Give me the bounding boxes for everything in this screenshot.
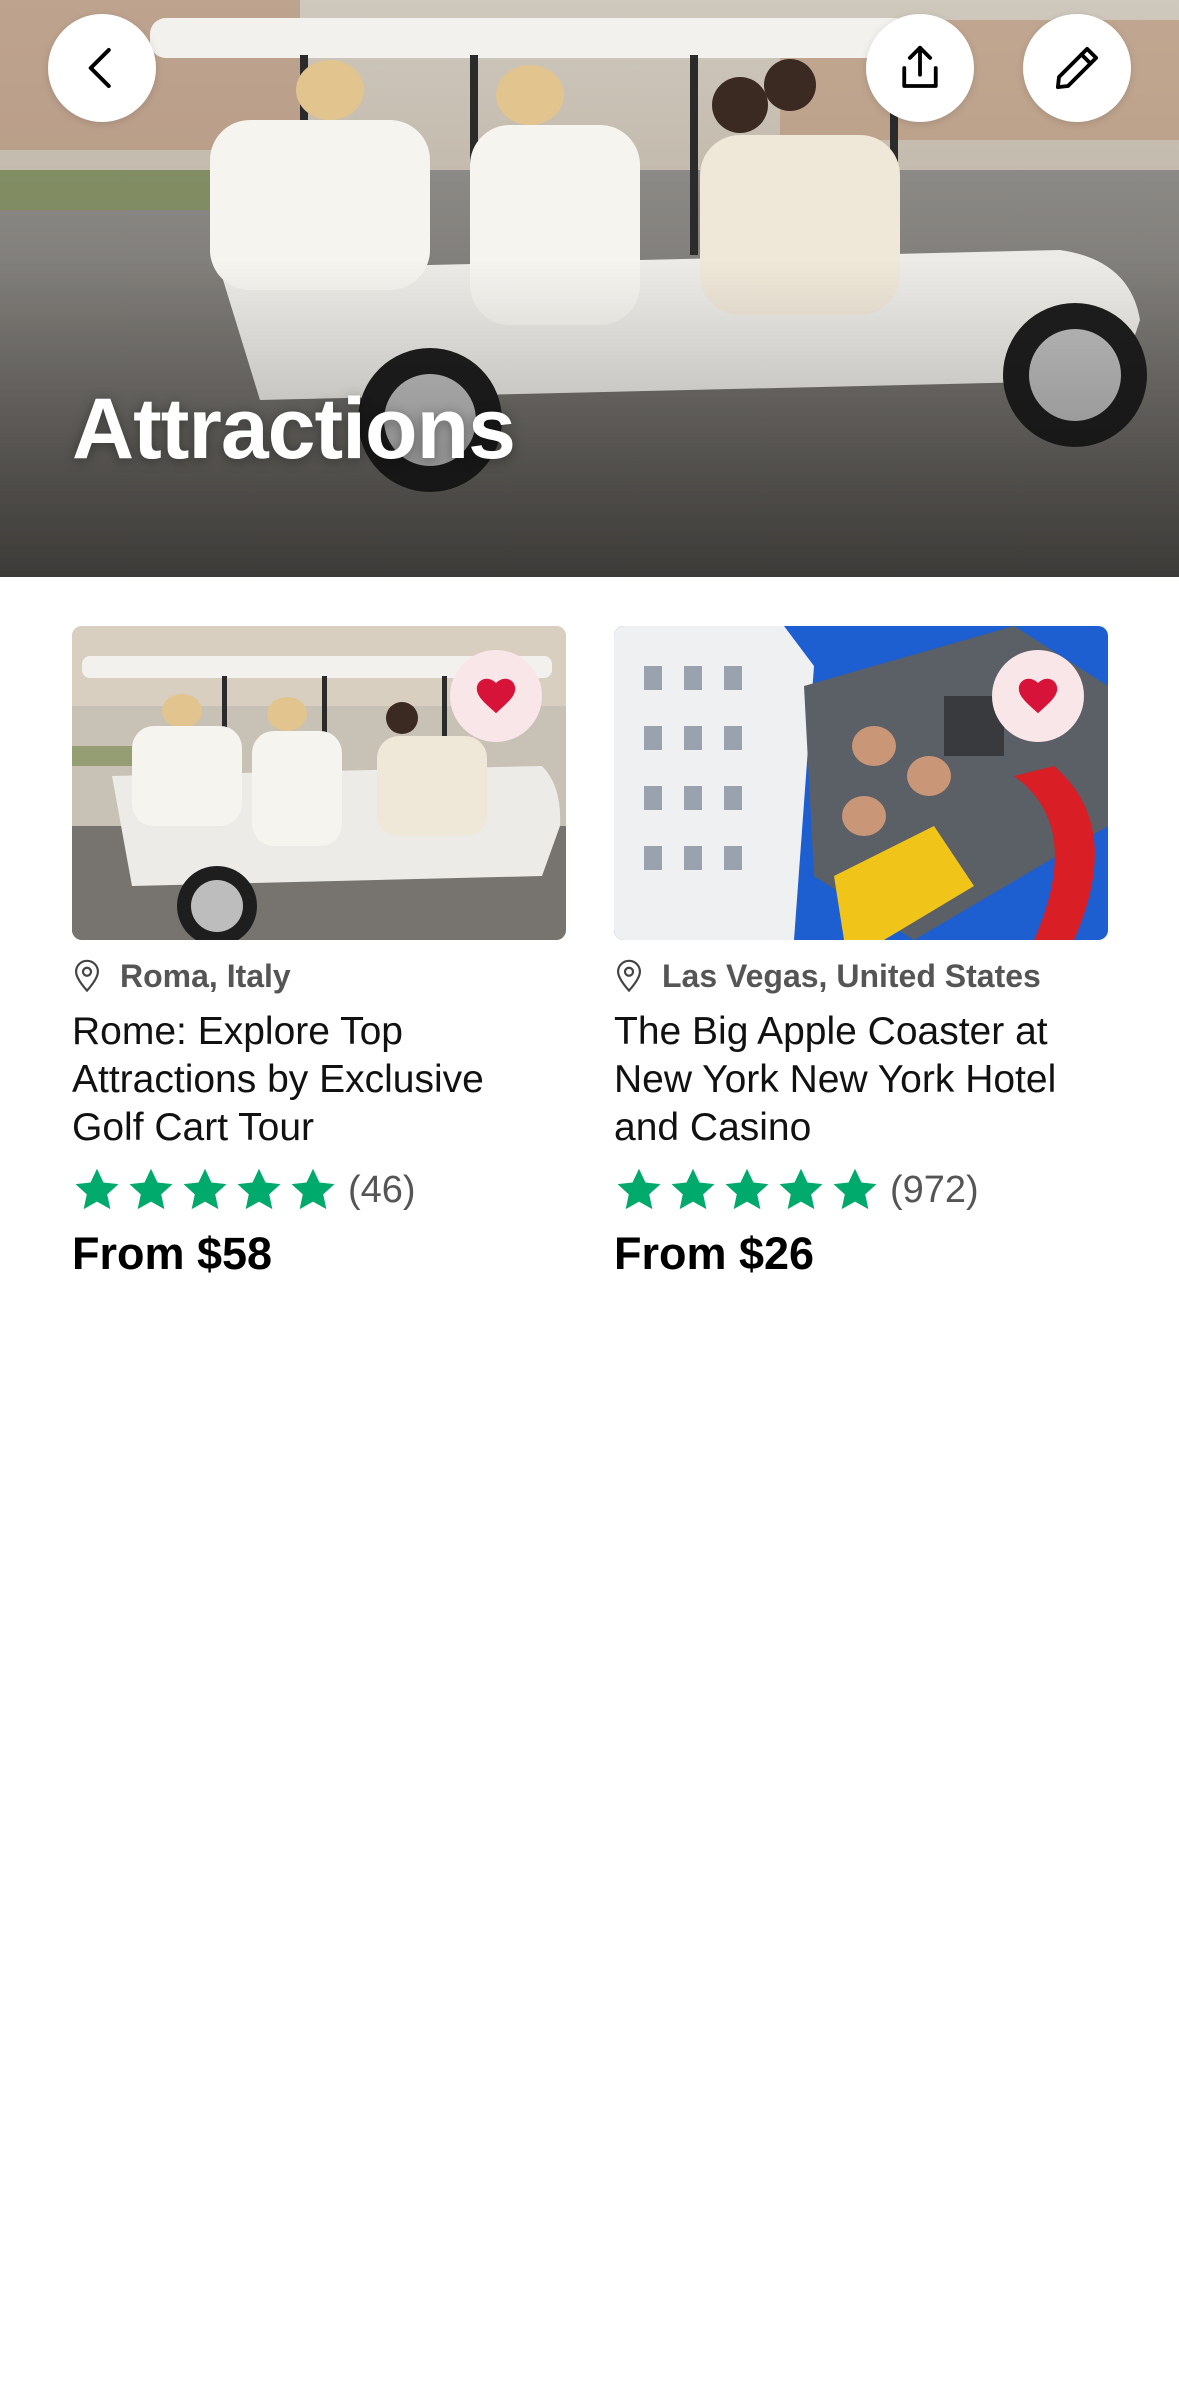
map-pin-icon: [616, 959, 642, 993]
chevron-left-icon: [88, 47, 111, 89]
hero-banner: Attractions: [0, 0, 1179, 577]
attraction-card[interactable]: Las Vegas, United States The Big Apple C…: [614, 626, 1108, 1280]
star-icon: [833, 1168, 877, 1210]
favorite-button[interactable]: [450, 650, 542, 742]
star-icon: [237, 1168, 281, 1210]
page-title: Attractions: [72, 381, 516, 477]
attraction-image[interactable]: [72, 626, 566, 940]
star-icon: [671, 1168, 715, 1210]
attractions-grid: Roma, Italy Rome: Explore Top Attraction…: [72, 626, 1108, 1280]
star-icon: [129, 1168, 173, 1210]
heart-icon: [476, 678, 516, 714]
attraction-card[interactable]: Roma, Italy Rome: Explore Top Attraction…: [72, 626, 566, 1280]
star-icon: [75, 1168, 119, 1210]
favorite-button[interactable]: [992, 650, 1084, 742]
rating-stars: [72, 1165, 338, 1215]
review-count: (972): [890, 1168, 979, 1211]
attraction-image[interactable]: [614, 626, 1108, 940]
attraction-title[interactable]: The Big Apple Coaster at New York New Yo…: [614, 1008, 1108, 1152]
rating-stars: [614, 1165, 880, 1215]
map-pin-icon: [74, 959, 100, 993]
rating: (46): [72, 1164, 566, 1216]
back-button[interactable]: [48, 14, 156, 122]
location-label: Las Vegas, United States: [662, 957, 1041, 994]
price: From $58: [72, 1228, 273, 1279]
attraction-title[interactable]: Rome: Explore Top Attractions by Exclusi…: [72, 1008, 566, 1152]
star-icon: [183, 1168, 227, 1210]
share-button[interactable]: [866, 14, 974, 122]
pencil-icon: [1055, 46, 1099, 90]
hero-image: [0, 0, 1179, 577]
heart-icon: [1018, 678, 1058, 714]
star-icon: [725, 1168, 769, 1210]
price: From $26: [614, 1228, 815, 1279]
location: Las Vegas, United States: [614, 956, 1108, 996]
location: Roma, Italy: [72, 956, 566, 996]
edit-button[interactable]: [1023, 14, 1131, 122]
star-icon: [291, 1168, 335, 1210]
review-count: (46): [348, 1168, 416, 1211]
star-icon: [779, 1168, 823, 1210]
location-label: Roma, Italy: [120, 957, 291, 994]
star-icon: [617, 1168, 661, 1210]
share-icon: [902, 45, 938, 88]
rating: (972): [614, 1164, 1108, 1216]
